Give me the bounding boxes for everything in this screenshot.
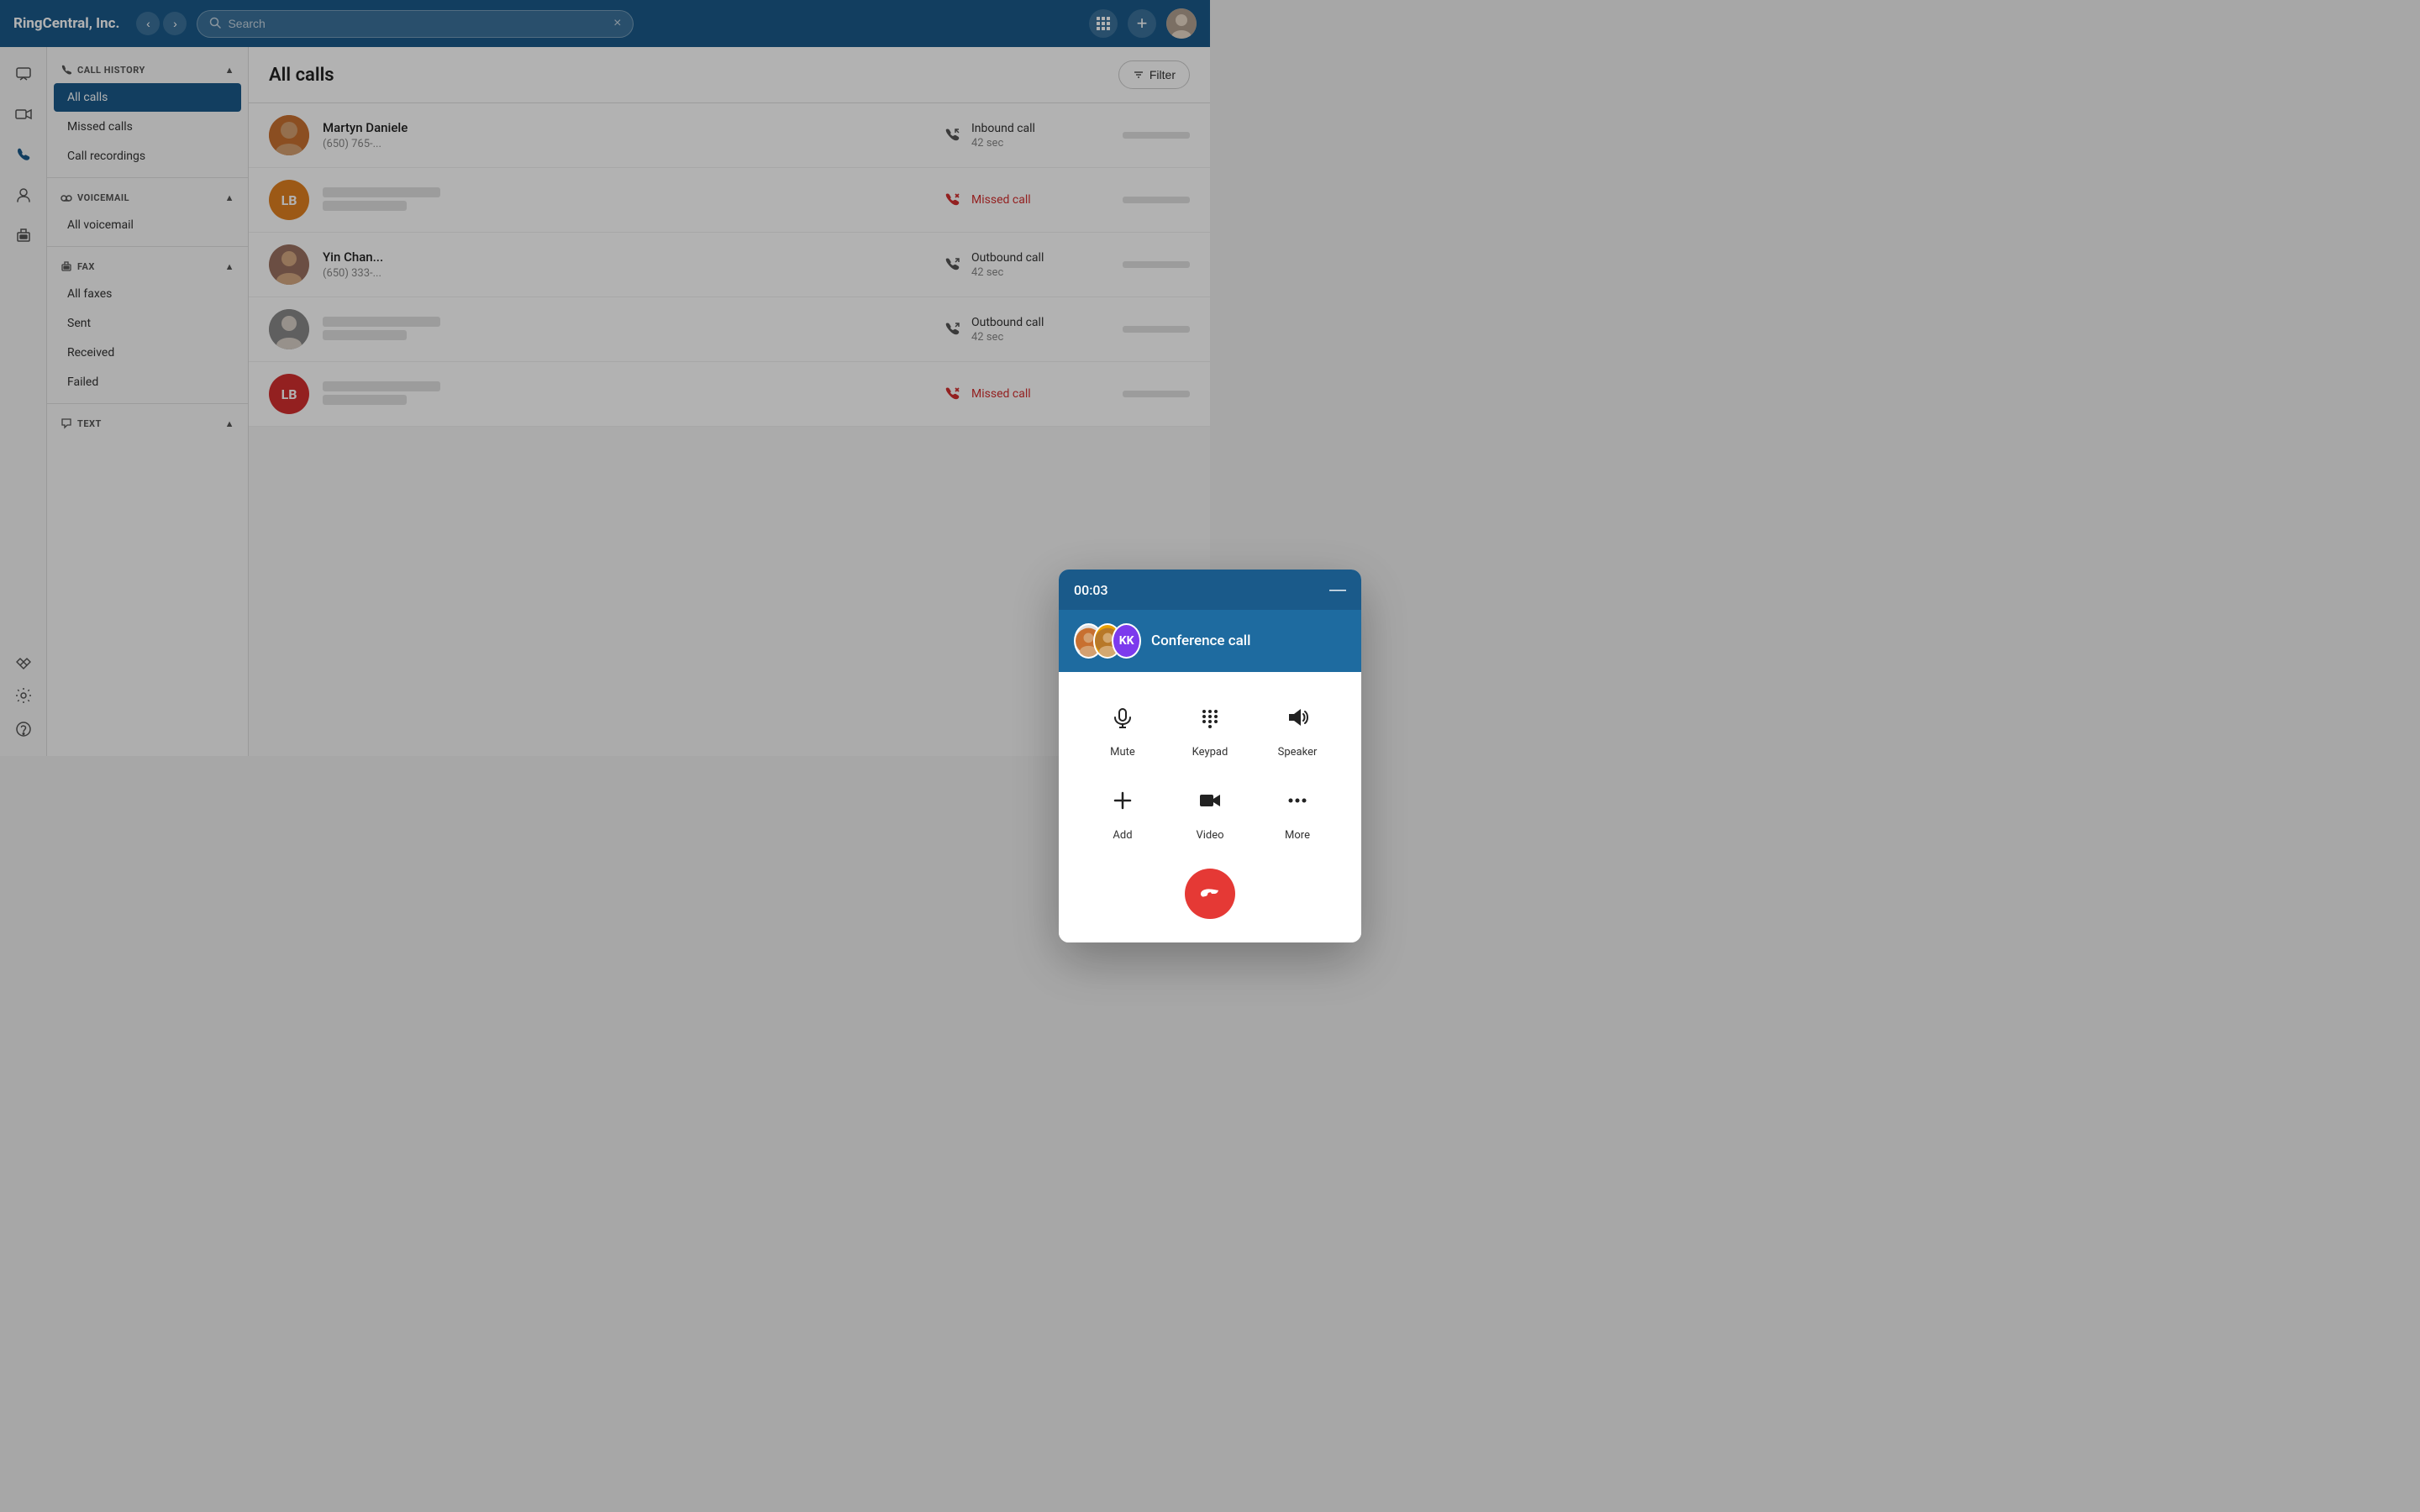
more-control[interactable]: More xyxy=(1276,779,1319,842)
keypad-control[interactable]: Keypad xyxy=(1188,696,1232,759)
video-label: Video xyxy=(1196,829,1223,842)
keypad-label: Keypad xyxy=(1192,746,1228,759)
modal-controls-row-2: Add Video xyxy=(1079,779,1341,842)
modal-body: Mute Keypad xyxy=(1059,672,1361,942)
mute-control[interactable]: Mute xyxy=(1101,696,1144,759)
add-icon xyxy=(1101,779,1144,822)
speaker-icon xyxy=(1276,696,1319,739)
modal-header: 00:03 — xyxy=(1059,570,1361,610)
modal-controls-row-1: Mute Keypad xyxy=(1079,696,1341,759)
minimize-button[interactable]: — xyxy=(1329,581,1346,598)
keypad-icon xyxy=(1188,696,1232,739)
modal-overlay: 00:03 — xyxy=(0,0,2420,1512)
conference-avatars: KK xyxy=(1074,623,1141,659)
speaker-control[interactable]: Speaker xyxy=(1276,696,1319,759)
add-control[interactable]: Add xyxy=(1101,779,1144,842)
end-call-button[interactable] xyxy=(1185,869,1235,919)
speaker-label: Speaker xyxy=(1278,746,1318,759)
video-icon xyxy=(1188,779,1232,822)
more-label: More xyxy=(1285,829,1310,842)
end-call-section xyxy=(1079,862,1341,922)
video-control[interactable]: Video xyxy=(1188,779,1232,842)
conf-avatar-3: KK xyxy=(1112,623,1141,659)
mute-label: Mute xyxy=(1110,746,1135,759)
conference-label: Conference call xyxy=(1151,633,1250,649)
more-icon xyxy=(1276,779,1319,822)
conference-bar: KK Conference call xyxy=(1059,610,1361,672)
add-label: Add xyxy=(1113,829,1132,842)
call-timer: 00:03 xyxy=(1074,582,1108,598)
conference-modal: 00:03 — xyxy=(1059,570,1361,942)
microphone-icon xyxy=(1101,696,1144,739)
